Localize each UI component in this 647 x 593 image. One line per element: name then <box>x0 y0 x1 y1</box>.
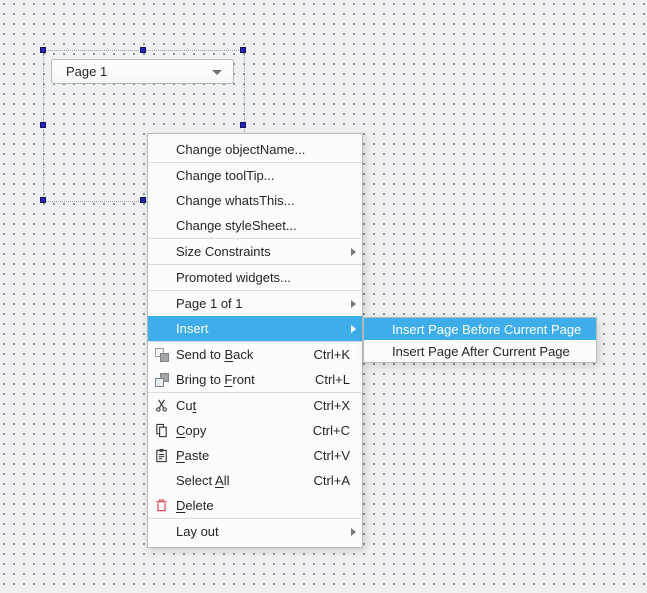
menu-item-lay-out[interactable]: Lay out <box>148 519 362 544</box>
shortcut-label: Ctrl+L <box>315 372 350 387</box>
menu-item-label: Delete <box>176 498 214 513</box>
shortcut-label: Ctrl+X <box>314 398 350 413</box>
copy-icon <box>153 422 170 439</box>
submenu-arrow-icon <box>351 300 356 308</box>
page-combobox[interactable]: Page 1 <box>51 59 234 84</box>
submenu-item-label: Insert Page Before Current Page <box>392 322 581 337</box>
menu-item-label: Bring to Front <box>176 372 255 387</box>
menu-item-label: Lay out <box>176 524 219 539</box>
menu-item-size-constraints[interactable]: Size Constraints <box>148 239 362 264</box>
menu-item-label: Insert <box>176 321 209 336</box>
menu-item-insert[interactable]: Insert <box>148 316 362 341</box>
shortcut-label: Ctrl+A <box>314 473 350 488</box>
resize-handle-bottom-center[interactable] <box>140 197 146 203</box>
submenu-item-insert-page-after[interactable]: Insert Page After Current Page <box>364 340 596 362</box>
menu-item-label: Copy <box>176 423 206 438</box>
menu-item-label: Size Constraints <box>176 244 271 259</box>
resize-handle-top-left[interactable] <box>40 47 46 53</box>
menu-item-send-to-back[interactable]: Send to Back Ctrl+K <box>148 342 362 367</box>
menu-item-label: Change styleSheet... <box>176 218 297 233</box>
submenu-arrow-icon <box>351 248 356 256</box>
paste-icon <box>153 447 170 464</box>
menu-item-paste[interactable]: Paste Ctrl+V <box>148 443 362 468</box>
menu-item-label: Change toolTip... <box>176 168 275 183</box>
menu-item-change-whatsthis[interactable]: Change whatsThis... <box>148 188 362 213</box>
menu-item-copy[interactable]: Copy Ctrl+C <box>148 418 362 443</box>
page-combobox-value: Page 1 <box>66 64 107 79</box>
menu-item-label: Cut <box>176 398 196 413</box>
submenu-arrow-icon <box>351 325 356 333</box>
resize-handle-top-right[interactable] <box>240 47 246 53</box>
menu-item-change-objectname[interactable]: Change objectName... <box>148 137 362 162</box>
shortcut-label: Ctrl+C <box>313 423 350 438</box>
shortcut-label: Ctrl+V <box>314 448 350 463</box>
menu-item-label: Promoted widgets... <box>176 270 291 285</box>
submenu-arrow-icon <box>351 528 356 536</box>
menu-item-label: Send to Back <box>176 347 253 362</box>
chevron-down-icon <box>212 70 222 75</box>
delete-icon <box>153 497 170 514</box>
submenu-item-label: Insert Page After Current Page <box>392 344 570 359</box>
bring-to-front-icon <box>153 371 170 388</box>
menu-item-promoted-widgets[interactable]: Promoted widgets... <box>148 265 362 290</box>
form-editor-canvas[interactable]: Page 1 Change objectName... Change toolT… <box>0 0 647 593</box>
send-to-back-icon <box>153 346 170 363</box>
menu-item-select-all[interactable]: Select All Ctrl+A <box>148 468 362 493</box>
menu-item-bring-to-front[interactable]: Bring to Front Ctrl+L <box>148 367 362 392</box>
menu-item-change-tooltip[interactable]: Change toolTip... <box>148 163 362 188</box>
menu-item-label: Paste <box>176 448 209 463</box>
cut-icon <box>153 397 170 414</box>
menu-item-change-stylesheet[interactable]: Change styleSheet... <box>148 213 362 238</box>
context-menu: Change objectName... Change toolTip... C… <box>147 133 363 548</box>
resize-handle-bottom-left[interactable] <box>40 197 46 203</box>
shortcut-label: Ctrl+K <box>314 347 350 362</box>
insert-submenu: Insert Page Before Current Page Insert P… <box>363 317 597 363</box>
menu-item-delete[interactable]: Delete <box>148 493 362 518</box>
resize-handle-middle-right[interactable] <box>240 122 246 128</box>
menu-item-page-1-of-1[interactable]: Page 1 of 1 <box>148 291 362 316</box>
resize-handle-top-center[interactable] <box>140 47 146 53</box>
menu-item-label: Change objectName... <box>176 142 305 157</box>
menu-item-label: Select All <box>176 473 229 488</box>
menu-item-label: Page 1 of 1 <box>176 296 243 311</box>
submenu-item-insert-page-before[interactable]: Insert Page Before Current Page <box>364 318 596 340</box>
menu-item-label: Change whatsThis... <box>176 193 295 208</box>
resize-handle-middle-left[interactable] <box>40 122 46 128</box>
menu-item-cut[interactable]: Cut Ctrl+X <box>148 393 362 418</box>
